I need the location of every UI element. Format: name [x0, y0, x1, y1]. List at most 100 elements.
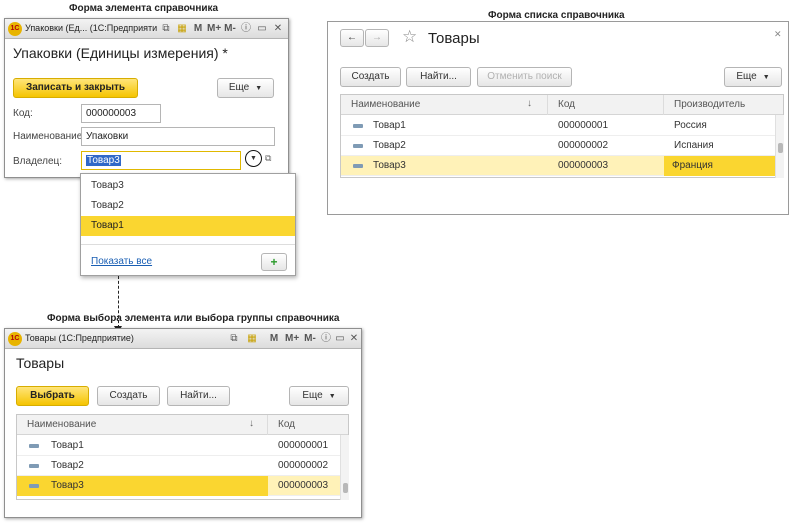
- 1c-logo-icon: 1С: [8, 332, 22, 346]
- calendar-icon[interactable]: ▦: [175, 22, 189, 36]
- memory-m-plus-icon[interactable]: M+: [285, 332, 299, 346]
- dropdown-item-selected[interactable]: Товар1: [81, 216, 295, 236]
- code-field[interactable]: 000000003: [81, 104, 161, 123]
- table-row[interactable]: Товар1 000000001: [17, 436, 340, 456]
- choice-window-titlebar: 1С Товары (1С:Предприятие) ⧉ ▦ M M+ M- ⓘ…: [5, 329, 361, 349]
- dropdown-item[interactable]: Товар3: [81, 176, 295, 196]
- more-button[interactable]: Еще ▼: [724, 67, 782, 87]
- choice-form-window: 1С Товары (1С:Предприятие) ⧉ ▦ M M+ M- ⓘ…: [4, 328, 362, 518]
- caption-element-form: Форма элемента справочника: [69, 3, 219, 14]
- table-row-selected[interactable]: Товар3 000000003: [17, 476, 340, 496]
- column-header-name[interactable]: Наименование: [341, 95, 548, 115]
- show-all-link[interactable]: Показать все: [91, 256, 152, 267]
- catalog-item-icon: [353, 124, 363, 128]
- caption-choice-form: Форма выбора элемента или выбора группы …: [47, 313, 340, 324]
- more-button[interactable]: Еще ▼: [289, 386, 349, 406]
- code-label: Код:: [13, 108, 33, 119]
- copy-icon[interactable]: ⧉: [227, 332, 241, 346]
- sort-down-icon: ↓: [527, 98, 532, 109]
- row-code: 000000003: [278, 480, 329, 491]
- owner-value: Товар3: [86, 155, 121, 166]
- chevron-down-icon: ▼: [328, 393, 336, 400]
- row-maker-active-cell: Франция: [664, 156, 775, 176]
- more-button[interactable]: Еще ▼: [217, 78, 274, 98]
- row-code: 000000002: [278, 460, 329, 471]
- create-button[interactable]: Создать: [97, 386, 160, 406]
- form-title: Упаковки (Единицы измерения) *: [13, 45, 228, 61]
- memory-m-minus-icon[interactable]: M-: [303, 332, 317, 346]
- list-scrollbar[interactable]: [775, 115, 784, 178]
- open-link-icon[interactable]: ⧉: [265, 153, 271, 164]
- element-form-window: 1С Упаковки (Ед... (1С:Предприятие) ⧉ ▦ …: [4, 18, 289, 178]
- close-icon[interactable]: ✕: [271, 22, 285, 36]
- sort-down-icon: ↓: [249, 418, 254, 429]
- choice-form-title: Товары: [16, 355, 65, 371]
- save-and-close-button[interactable]: Записать и закрыть: [13, 78, 138, 98]
- scrollbar-thumb[interactable]: [778, 143, 783, 153]
- row-name: Товар2: [51, 460, 84, 471]
- owner-dropdown: Товар3 Товар2 Товар1 Показать все +: [80, 173, 296, 276]
- info-icon[interactable]: ⓘ: [239, 22, 253, 36]
- memory-m-icon[interactable]: M: [191, 22, 205, 36]
- row-maker: Россия: [674, 120, 707, 131]
- star-icon[interactable]: ☆: [402, 27, 417, 47]
- list-form-title: Товары: [428, 30, 480, 47]
- window-title: Упаковки (Ед... (1С:Предприятие): [25, 23, 157, 33]
- more-label: Еще: [228, 82, 250, 93]
- add-button[interactable]: +: [261, 253, 287, 271]
- table-row[interactable]: Товар1 000000001 Россия: [341, 116, 775, 136]
- row-name: Товар1: [373, 120, 406, 131]
- close-icon[interactable]: ✕: [774, 29, 782, 40]
- memory-m-minus-icon[interactable]: M-: [223, 22, 237, 36]
- copy-icon[interactable]: ⧉: [159, 22, 173, 36]
- choice-table: Наименование ↓ Код Товар1 000000001 Това…: [16, 414, 349, 500]
- catalog-item-icon: [353, 144, 363, 148]
- column-header-code[interactable]: Код: [268, 415, 340, 435]
- name-field[interactable]: Упаковки: [81, 127, 275, 146]
- owner-field[interactable]: Товар3: [81, 151, 241, 170]
- table-row-selected[interactable]: Товар3 000000003 Франция: [341, 156, 775, 176]
- window-title: Товары (1С:Предприятие): [25, 333, 134, 343]
- info-icon[interactable]: ⓘ: [319, 332, 333, 346]
- choice-scrollbar[interactable]: [340, 435, 349, 500]
- scrollbar-thumb[interactable]: [343, 483, 348, 493]
- row-name: Товар3: [373, 160, 406, 171]
- find-button[interactable]: Найти...: [167, 386, 230, 406]
- chevron-down-icon: ▼: [255, 85, 263, 92]
- caption-list-form: Форма списка справочника: [488, 10, 625, 21]
- row-maker: Испания: [674, 140, 714, 151]
- catalog-item-icon: [29, 444, 39, 448]
- 1c-logo-icon: 1С: [8, 22, 22, 36]
- dropdown-item[interactable]: Товар2: [81, 196, 295, 216]
- forward-button[interactable]: →: [365, 29, 389, 47]
- owner-label: Владелец:: [13, 156, 63, 167]
- select-button[interactable]: Выбрать: [16, 386, 89, 406]
- arrow-left-icon: ←: [347, 32, 357, 43]
- arrow-right-icon: →: [372, 32, 382, 43]
- back-button[interactable]: ←: [340, 29, 364, 47]
- minimize-icon[interactable]: ▭: [255, 22, 269, 36]
- minimize-icon[interactable]: ▭: [333, 332, 347, 346]
- memory-m-icon[interactable]: M: [267, 332, 281, 346]
- chevron-down-icon: ▼: [762, 74, 770, 81]
- column-header-maker[interactable]: Производитель: [664, 95, 775, 115]
- close-icon[interactable]: ✕: [347, 332, 361, 346]
- cancel-search-button[interactable]: Отменить поиск: [477, 67, 572, 87]
- row-code: 000000001: [278, 440, 329, 451]
- more-label: Еще: [302, 390, 323, 401]
- table-row[interactable]: Товар2 000000002 Испания: [341, 136, 775, 156]
- element-window-titlebar: 1С Упаковки (Ед... (1С:Предприятие) ⧉ ▦ …: [5, 19, 288, 39]
- row-code: 000000002: [558, 140, 609, 151]
- table-row[interactable]: Товар2 000000002: [17, 456, 340, 476]
- catalog-item-icon: [29, 464, 39, 468]
- dropdown-divider: [81, 244, 295, 245]
- column-header-code[interactable]: Код: [548, 95, 664, 115]
- create-button[interactable]: Создать: [340, 67, 401, 87]
- dropdown-toggle-icon[interactable]: ▼: [245, 150, 262, 167]
- name-label: Наименование:: [13, 131, 86, 142]
- find-button[interactable]: Найти...: [406, 67, 471, 87]
- row-code: 000000001: [558, 120, 609, 131]
- memory-m-plus-icon[interactable]: M+: [207, 22, 221, 36]
- calendar-icon[interactable]: ▦: [245, 332, 259, 346]
- column-header-name[interactable]: Наименование: [17, 415, 268, 435]
